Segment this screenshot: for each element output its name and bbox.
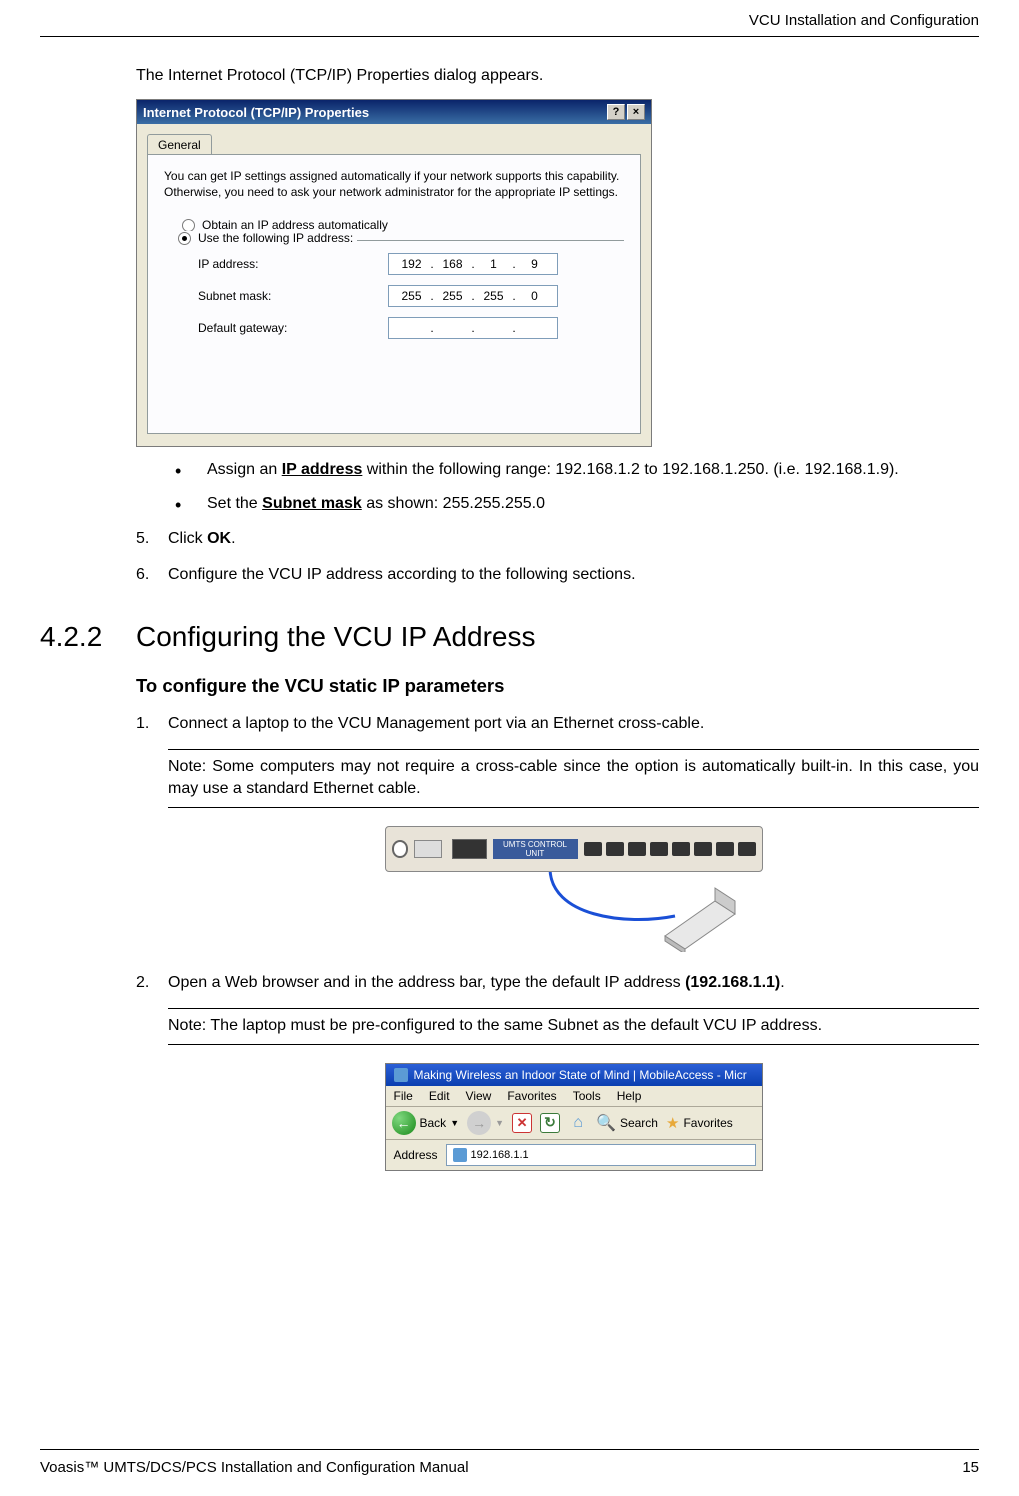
search-button[interactable]: 🔍 Search [596,1113,658,1133]
ip-octet: 255 [478,289,510,303]
menu-favorites[interactable]: Favorites [507,1089,556,1103]
refresh-icon: ↻ [544,1114,556,1131]
search-icon: 🔍 [596,1113,616,1133]
vcu-port-icon [694,842,712,856]
vcu-port-icon [716,842,734,856]
ip-octet: 255 [396,289,428,303]
vcu-port-icon [650,842,668,856]
radio-label-use-following: Use the following IP address: [198,231,353,245]
ip-address-input[interactable]: 192. 168. 1. 9 [388,253,558,275]
back-arrow-icon: ← [392,1111,416,1135]
ip-octet: 1 [478,257,510,271]
ip-octet: 0 [519,289,551,303]
bullet-subnet: Set the Subnet mask as shown: 255.255.25… [175,493,979,515]
bottom-rule [40,1449,979,1450]
titlebar: Internet Protocol (TCP/IP) Properties ? … [137,100,651,124]
cfg-step-1: 1. Connect a laptop to the VCU Managemen… [136,713,979,735]
browser-menu: File Edit View Favorites Tools Help [386,1086,762,1107]
bullet-ip-assign: Assign an IP address within the followin… [175,459,979,481]
ip-octet: 255 [437,289,469,303]
laptop-diagram: UMTS CONTROL UNIT [168,826,979,952]
tab-general[interactable]: General [147,134,212,155]
close-button[interactable]: × [627,104,645,120]
home-icon: ⌂ [573,1114,583,1132]
step-6: 6. Configure the VCU IP address accordin… [136,564,979,586]
back-button[interactable]: ← Back ▼ [392,1111,460,1135]
radio-obtain-auto[interactable]: Obtain an IP address automatically [182,218,624,232]
menu-tools[interactable]: Tools [573,1089,601,1103]
browser-toolbar: ← Back ▼ → ▼ ✕ ↻ ⌂ 🔍 Search ★ Favorites [386,1107,762,1140]
vcu-device: UMTS CONTROL UNIT [385,826,763,872]
subnet-label: Subnet mask: [198,289,388,303]
forward-arrow-icon: → [467,1111,491,1135]
dialog-title: Internet Protocol (TCP/IP) Properties [143,105,369,120]
radio-icon-selected[interactable] [178,232,191,245]
note-1: Note: Some computers may not require a c… [168,749,979,808]
footer-page-number: 15 [962,1459,979,1476]
home-button[interactable]: ⌂ [568,1113,588,1133]
sub-heading: To configure the VCU static IP parameter… [136,675,979,697]
cfg-step-2: 2. Open a Web browser and in the address… [136,972,979,994]
ip-octet: 168 [437,257,469,271]
browser-title: Making Wireless an Indoor State of Mind … [414,1068,747,1082]
radio-label: Obtain an IP address automatically [202,218,388,232]
top-rule [40,36,979,37]
address-label: Address [392,1148,440,1162]
ip-octet: 192 [396,257,428,271]
menu-view[interactable]: View [466,1089,492,1103]
browser-screenshot: Making Wireless an Indoor State of Mind … [168,1063,979,1171]
tcpip-dialog: Internet Protocol (TCP/IP) Properties ? … [136,99,652,447]
address-input[interactable]: 192.168.1.1 [446,1144,756,1166]
vcu-port-icon [672,842,690,856]
stop-button[interactable]: ✕ [512,1113,532,1133]
vcu-panel-icon [414,840,441,858]
intro-text: The Internet Protocol (TCP/IP) Propertie… [136,67,979,85]
refresh-button[interactable]: ↻ [540,1113,560,1133]
ie-icon [394,1068,408,1082]
vcu-port-icon [738,842,756,856]
vcu-label: UMTS CONTROL UNIT [493,839,578,859]
header-right: VCU Installation and Configuration [749,12,979,29]
step-5: 5. Click OK. [136,528,979,550]
star-icon: ★ [666,1114,679,1132]
vcu-mgmt-port-icon [452,839,487,859]
dialog-description: You can get IP settings assigned automat… [164,169,624,200]
section-heading: 4.2.2 Configuring the VCU IP Address [40,621,979,653]
vcu-port-icon [606,842,624,856]
vcu-connector-icon [392,840,409,858]
favorites-button[interactable]: ★ Favorites [666,1114,733,1132]
vcu-port-icon [628,842,646,856]
menu-file[interactable]: File [394,1089,413,1103]
gateway-label: Default gateway: [198,321,388,335]
help-button[interactable]: ? [607,104,625,120]
address-value: 192.168.1.1 [471,1149,529,1161]
gateway-input[interactable]: . . . [388,317,558,339]
stop-icon: ✕ [517,1115,528,1131]
browser-address-bar: Address 192.168.1.1 [386,1140,762,1170]
browser-titlebar: Making Wireless an Indoor State of Mind … [386,1064,762,1086]
menu-edit[interactable]: Edit [429,1089,450,1103]
menu-help[interactable]: Help [617,1089,642,1103]
vcu-port-icon [584,842,602,856]
note-2: Note: The laptop must be pre-configured … [168,1008,979,1044]
radio-icon [182,219,195,232]
ip-octet: 9 [519,257,551,271]
forward-button[interactable]: → ▼ [467,1111,504,1135]
footer-left: Voasis™ UMTS/DCS/PCS Installation and Co… [40,1459,469,1476]
ip-address-label: IP address: [198,257,388,271]
subnet-input[interactable]: 255. 255. 255. 0 [388,285,558,307]
ethernet-cable-icon [385,866,763,952]
page-icon [453,1148,467,1162]
